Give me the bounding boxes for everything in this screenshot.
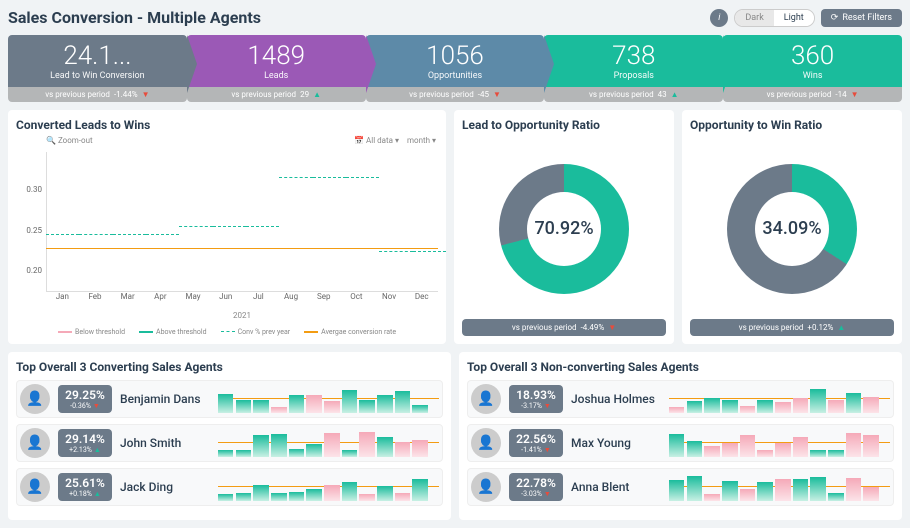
donut1-title: Lead to Opportunity Ratio bbox=[462, 118, 666, 132]
donut2-footer: vs previous period+0.12%▲ bbox=[690, 319, 894, 336]
date-range-dropdown[interactable]: 📅 All data ▾ bbox=[354, 136, 399, 145]
agent-badge: 22.56% -1.41% ▼ bbox=[509, 429, 563, 457]
kpi-footer: vs previous period-1.44%▼ bbox=[8, 87, 187, 102]
kpi-card[interactable]: 738 Proposals vs previous period43▲ bbox=[544, 35, 723, 102]
donut1-value: 70.92% bbox=[527, 192, 601, 266]
agent-row[interactable]: 👤 22.78% -3.03% ▼ Anna Blent bbox=[467, 468, 894, 506]
converted-leads-chart-panel: Converted Leads to Wins 🔍 Zoom-out 📅 All… bbox=[8, 110, 446, 344]
agent-row[interactable]: 👤 29.25% -0.36% ▼ Benjamin Dans bbox=[16, 380, 443, 418]
agent-row[interactable]: 👤 29.14% +2.13% ▲ John Smith bbox=[16, 424, 443, 462]
kpi-label: Lead to Win Conversion bbox=[12, 71, 183, 81]
sparkline bbox=[669, 385, 890, 413]
avatar: 👤 bbox=[471, 384, 501, 414]
year-label: 2021 bbox=[46, 311, 438, 320]
avatar: 👤 bbox=[20, 428, 50, 458]
kpi-value: 24.1... bbox=[12, 43, 183, 69]
sparkline bbox=[669, 473, 890, 501]
agent-badge: 29.14% +2.13% ▲ bbox=[58, 429, 112, 457]
avatar: 👤 bbox=[471, 472, 501, 502]
avatar: 👤 bbox=[20, 384, 50, 414]
donut1-footer: vs previous period-4.49%▼ bbox=[462, 319, 666, 336]
donut2-value: 34.09% bbox=[755, 192, 829, 266]
kpi-label: Opportunities bbox=[370, 71, 541, 81]
agent-name: Max Young bbox=[571, 436, 661, 450]
kpi-row: 24.1... Lead to Win Conversion vs previo… bbox=[8, 35, 902, 102]
period-dropdown[interactable]: month ▾ bbox=[407, 136, 436, 145]
theme-toggle[interactable]: Dark Light bbox=[734, 9, 814, 27]
kpi-value: 1489 bbox=[191, 43, 362, 69]
theme-light[interactable]: Light bbox=[774, 10, 814, 26]
kpi-card[interactable]: 1056 Opportunities vs previous period-45… bbox=[366, 35, 545, 102]
sparkline bbox=[669, 429, 890, 457]
reset-label: Reset Filters bbox=[842, 13, 892, 23]
header-controls: i Dark Light ⟳ Reset Filters bbox=[710, 9, 902, 27]
sparkline bbox=[218, 385, 439, 413]
zoom-out-button[interactable]: 🔍 Zoom-out bbox=[46, 136, 93, 145]
agent-badge: 22.78% -3.03% ▼ bbox=[509, 473, 563, 501]
top-agents-panel: Top Overall 3 Converting Sales Agents 👤 … bbox=[8, 352, 451, 520]
avatar: 👤 bbox=[471, 428, 501, 458]
agent-name: Jack Ding bbox=[120, 480, 210, 494]
sparkline bbox=[218, 429, 439, 457]
reset-icon: ⟳ bbox=[831, 13, 839, 23]
kpi-footer: vs previous period29▲ bbox=[187, 87, 366, 102]
donut-chart-1[interactable]: 70.92% bbox=[499, 164, 629, 294]
kpi-label: Leads bbox=[191, 71, 362, 81]
info-button[interactable]: i bbox=[710, 9, 728, 27]
kpi-label: Proposals bbox=[548, 71, 719, 81]
agent-row[interactable]: 👤 18.93% -3.17% ▼ Joshua Holmes bbox=[467, 380, 894, 418]
kpi-value: 360 bbox=[727, 43, 898, 69]
y-axis: 0.20 0.25 0.30 bbox=[16, 152, 44, 292]
opportunity-win-ratio-panel: Opportunity to Win Ratio 34.09% vs previ… bbox=[682, 110, 902, 344]
chart-legend: Below threshold Above threshold Conv % p… bbox=[16, 328, 438, 336]
bottom-agents-panel: Top Overall 3 Non-converting Sales Agent… bbox=[459, 352, 902, 520]
avatar: 👤 bbox=[20, 472, 50, 502]
donut-chart-2[interactable]: 34.09% bbox=[727, 164, 857, 294]
agent-name: Benjamin Dans bbox=[120, 392, 210, 406]
down-icon: ▼ bbox=[608, 323, 616, 332]
agent-badge: 29.25% -0.36% ▼ bbox=[58, 385, 112, 413]
sparkline bbox=[218, 473, 439, 501]
kpi-footer: vs previous period43▲ bbox=[544, 87, 723, 102]
kpi-card[interactable]: 360 Wins vs previous period-14▼ bbox=[723, 35, 902, 102]
page-title: Sales Conversion - Multiple Agents bbox=[8, 8, 261, 27]
agent-badge: 25.61% +0.18% ▲ bbox=[58, 473, 112, 501]
top-agents-title: Top Overall 3 Converting Sales Agents bbox=[16, 360, 443, 374]
agent-name: Anna Blent bbox=[571, 480, 661, 494]
kpi-label: Wins bbox=[727, 71, 898, 81]
chart-title: Converted Leads to Wins bbox=[16, 118, 438, 132]
donut2-title: Opportunity to Win Ratio bbox=[690, 118, 894, 132]
kpi-footer: vs previous period-45▼ bbox=[366, 87, 545, 102]
theme-dark[interactable]: Dark bbox=[735, 10, 773, 26]
up-icon: ▲ bbox=[837, 323, 845, 332]
agent-name: John Smith bbox=[120, 436, 210, 450]
agent-name: Joshua Holmes bbox=[571, 392, 661, 406]
kpi-value: 1056 bbox=[370, 43, 541, 69]
lead-opportunity-ratio-panel: Lead to Opportunity Ratio 70.92% vs prev… bbox=[454, 110, 674, 344]
avg-line bbox=[46, 248, 438, 249]
agent-row[interactable]: 👤 25.61% +0.18% ▲ Jack Ding bbox=[16, 468, 443, 506]
reset-filters-button[interactable]: ⟳ Reset Filters bbox=[821, 9, 902, 27]
agent-badge: 18.93% -3.17% ▼ bbox=[509, 385, 563, 413]
x-axis: JanFebMarAprMayJunJulAugSepOctNovDec bbox=[46, 292, 438, 312]
bottom-agents-title: Top Overall 3 Non-converting Sales Agent… bbox=[467, 360, 894, 374]
kpi-value: 738 bbox=[548, 43, 719, 69]
kpi-card[interactable]: 1489 Leads vs previous period29▲ bbox=[187, 35, 366, 102]
bar-chart[interactable]: 0.20 0.25 0.30 JanFebMarAprMayJunJulAugS… bbox=[16, 152, 438, 312]
kpi-footer: vs previous period-14▼ bbox=[723, 87, 902, 102]
agent-row[interactable]: 👤 22.56% -1.41% ▼ Max Young bbox=[467, 424, 894, 462]
kpi-card[interactable]: 24.1... Lead to Win Conversion vs previo… bbox=[8, 35, 187, 102]
